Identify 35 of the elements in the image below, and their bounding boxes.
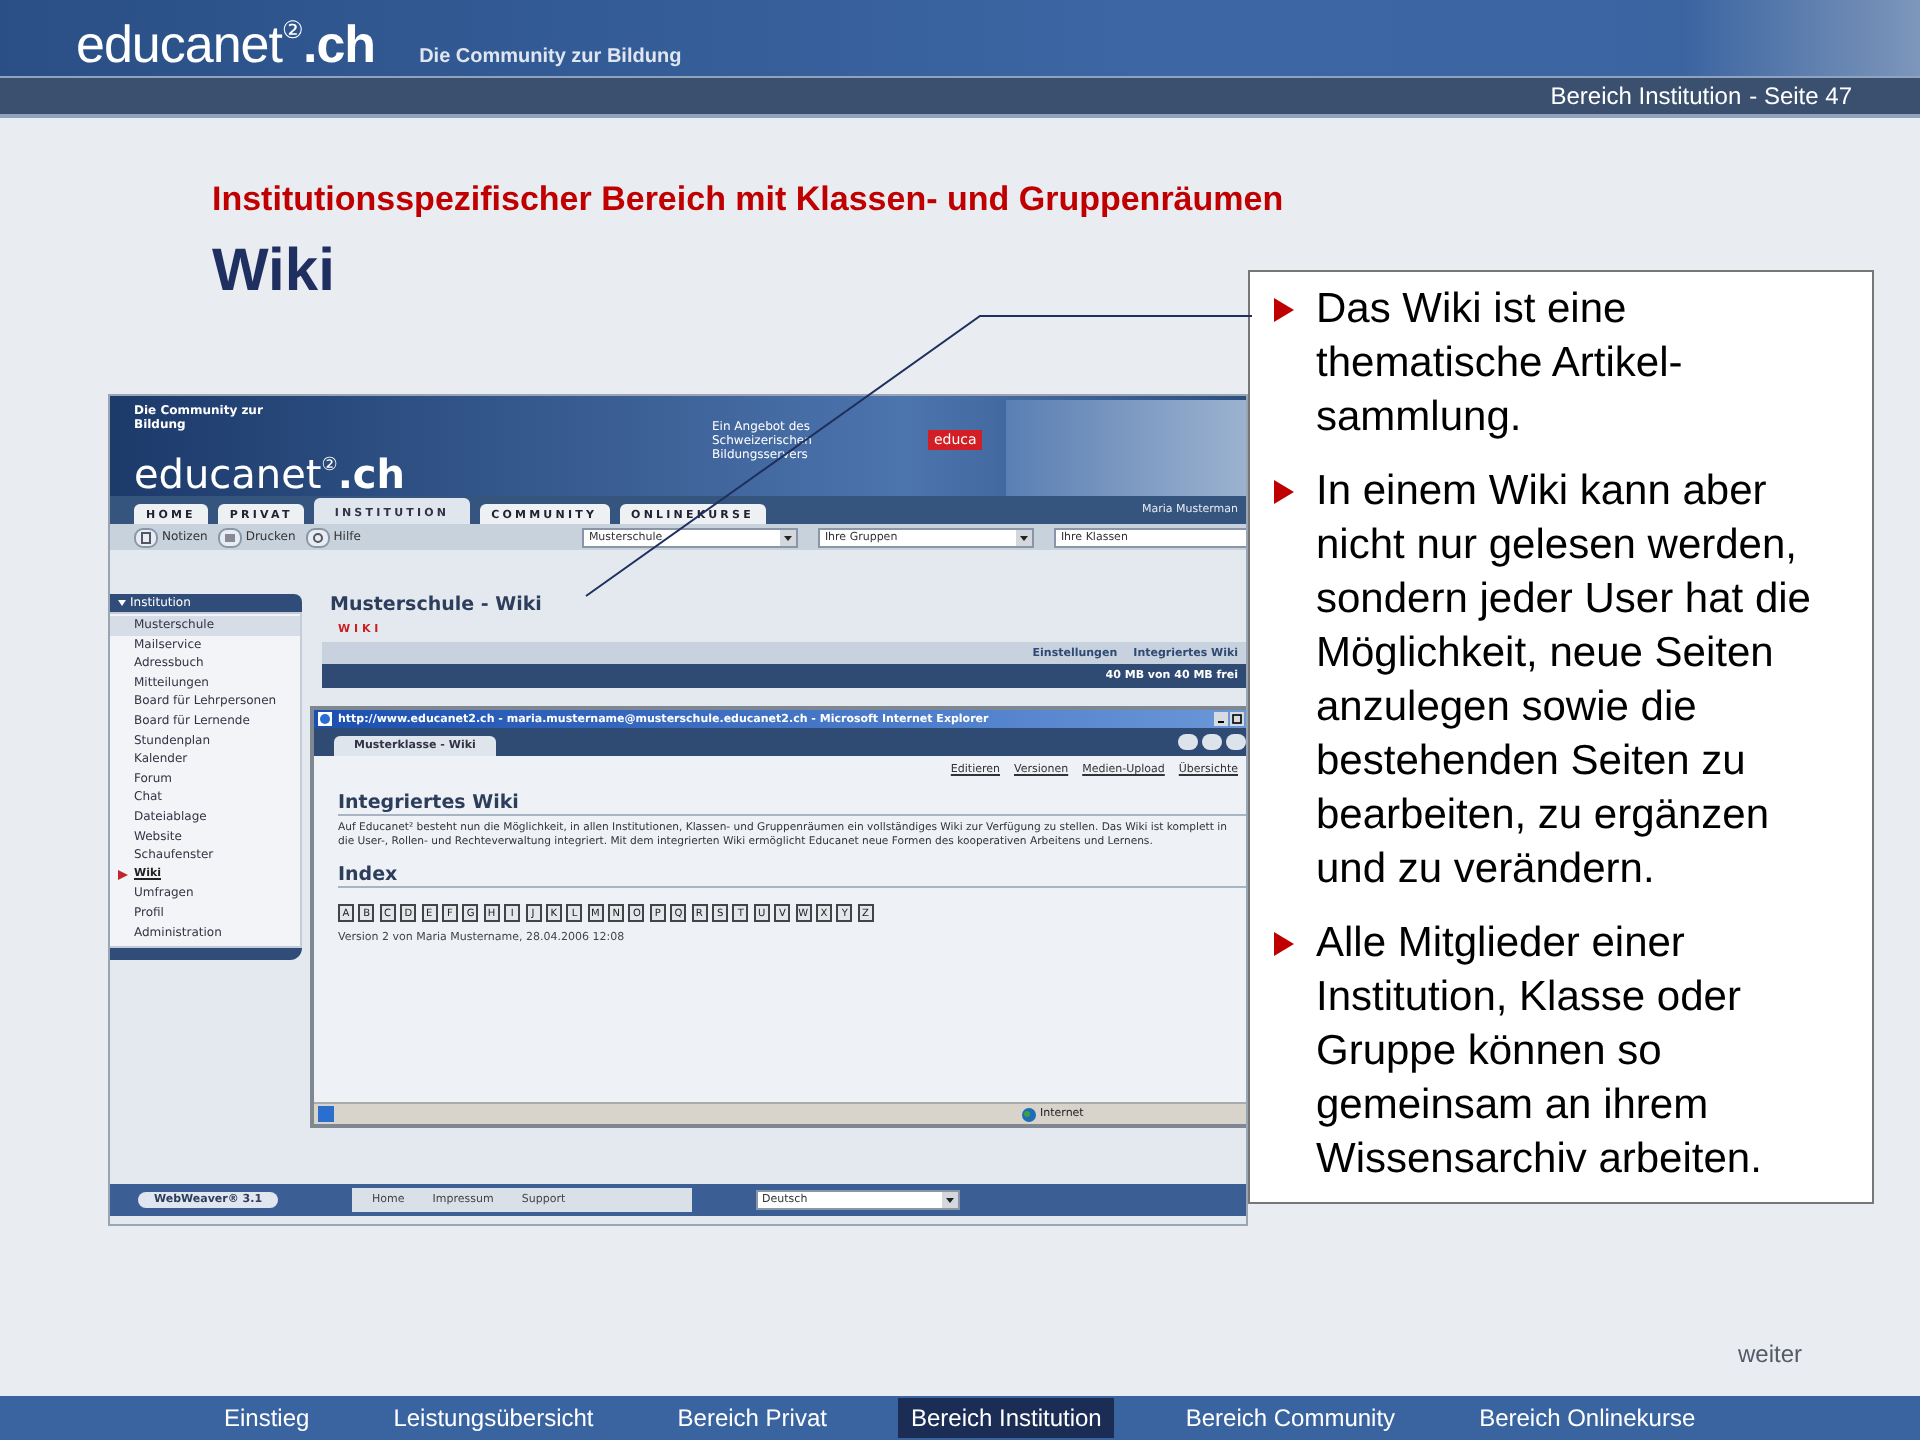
tagline: Die Community zur Bildung	[419, 46, 682, 68]
nav-link[interactable]: Bereich Institution	[898, 1398, 1114, 1438]
nav-link[interactable]: Einstieg	[212, 1398, 322, 1438]
page-icon	[318, 1106, 334, 1122]
index-heading: Index	[338, 864, 1246, 889]
bullet-text: Das Wiki ist eine thematische Artikel-sammlung.	[1316, 284, 1685, 444]
dropdown-arrow-icon	[1016, 529, 1033, 545]
wiki-heading: Integriertes Wiki	[338, 792, 1246, 816]
bullet-icon	[1274, 932, 1294, 956]
nav-link[interactable]: Leistungsübersicht	[381, 1398, 606, 1438]
nav-link[interactable]: Bereich Privat	[665, 1398, 839, 1438]
dropdown-arrow-icon	[942, 1192, 959, 1208]
bullet-text: In einem Wiki kann aber nicht nur gelesen werden, sondern jeder User hat die Möglichkeit, neue Seiten anzulegen sowie die bestehenden Seiten zu bearbeiten, zu ergänzen und zu verändern.	[1316, 466, 1813, 896]
slide-subtitle: Institutionsspezifischer Bereich mit Klassen- und Gruppenräumen	[212, 178, 1286, 222]
browser-icon	[318, 712, 332, 726]
note-icon	[134, 527, 158, 547]
bullet-text: Alle Mitglieder einer Institution, Klasse oder Gruppe können so gemeinsam an ihrem Wissensarchiv arbeiten.	[1316, 918, 1764, 1186]
window-buttons-icon	[1214, 712, 1246, 726]
page-title: Musterschule - Wiki	[330, 594, 544, 616]
current-marker-icon	[118, 869, 128, 880]
nav-link[interactable]: Bereich Onlinekurse	[1467, 1398, 1708, 1438]
next-link[interactable]: weiter	[1737, 1340, 1802, 1368]
page-number: - Seite 47	[1749, 82, 1852, 110]
bullet-icon	[1274, 480, 1294, 504]
printer-icon	[217, 527, 242, 547]
collapse-icon	[118, 599, 126, 607]
educanet-logo: educanet$^{②}$.ch	[76, 12, 376, 76]
help-icon	[305, 527, 330, 547]
section-label: Bereich Institution	[1550, 82, 1742, 110]
slide-title: Wiki	[212, 236, 337, 308]
dropdown-arrow-icon	[780, 529, 797, 545]
bullet-icon	[1274, 298, 1294, 322]
nav-link[interactable]: Bereich Community	[1173, 1398, 1408, 1438]
globe-icon	[1022, 1107, 1036, 1121]
educanet-logo: educanet$^{②}$.ch	[134, 448, 406, 496]
